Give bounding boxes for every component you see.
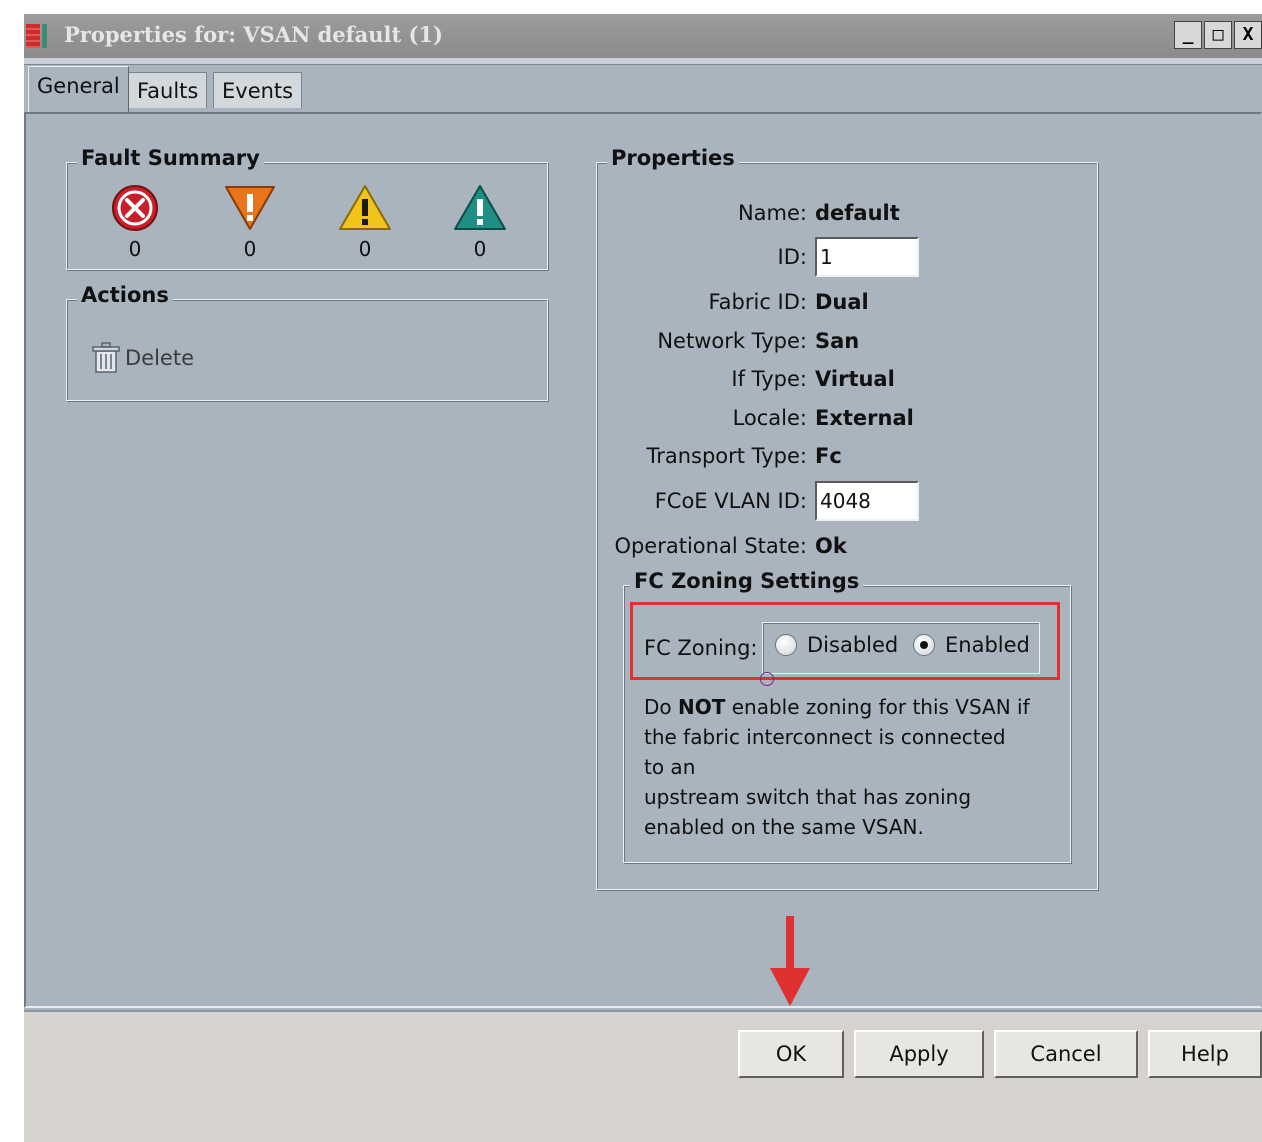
- maximize-button[interactable]: □: [1204, 21, 1232, 49]
- title-bar[interactable]: Properties for: VSAN default (1) _ □ X: [24, 14, 1262, 58]
- prop-id: ID:: [597, 237, 1097, 277]
- major-fault[interactable]: 0: [220, 183, 280, 261]
- prop-locale: Locale: External: [597, 402, 1097, 436]
- fabric-id-label: Fabric ID:: [708, 290, 807, 314]
- delete-label: Delete: [125, 346, 194, 370]
- delete-action[interactable]: Delete: [91, 342, 194, 374]
- window-controls: _ □ X: [1172, 21, 1262, 51]
- tab-strip: General Faults Events: [24, 66, 1262, 116]
- major-fault-icon: [225, 186, 275, 230]
- operational-state-value: Ok: [815, 534, 847, 558]
- ok-button[interactable]: OK: [738, 1030, 844, 1078]
- annotation-highlight-box: [630, 602, 1060, 680]
- note-not: NOT: [678, 695, 726, 719]
- fault-summary-group: Fault Summary 0 0 0 0: [66, 146, 548, 270]
- name-label: Name:: [737, 201, 807, 225]
- prop-transport-type: Transport Type: Fc: [597, 440, 1097, 474]
- major-fault-count: 0: [243, 237, 257, 261]
- window-title: Properties for: VSAN default (1): [64, 22, 443, 47]
- if-type-value: Virtual: [815, 367, 895, 391]
- tab-events[interactable]: Events: [213, 72, 303, 108]
- id-field[interactable]: [815, 237, 919, 277]
- note-do: Do: [644, 695, 678, 719]
- fabric-id-value: Dual: [815, 290, 869, 314]
- minimize-button[interactable]: _: [1174, 21, 1202, 49]
- title-separator: [24, 58, 1262, 65]
- apply-button[interactable]: Apply: [854, 1030, 984, 1078]
- fc-zoning-note: Do NOT enable zoning for this VSAN if th…: [644, 692, 1044, 842]
- prop-if-type: If Type: Virtual: [597, 363, 1097, 397]
- note-line-3: to an: [644, 755, 696, 779]
- critical-fault-count: 0: [128, 237, 142, 261]
- name-value: default: [815, 201, 900, 225]
- prop-fabric-id: Fabric ID: Dual: [597, 286, 1097, 320]
- transport-type-label: Transport Type:: [646, 444, 807, 468]
- dialog-footer: OK Apply Cancel Help: [24, 1010, 1262, 1142]
- prop-operational-state: Operational State: Ok: [597, 530, 1097, 564]
- critical-fault-icon: [112, 185, 158, 231]
- id-label: ID:: [777, 245, 807, 269]
- tab-faults[interactable]: Faults: [128, 72, 208, 108]
- warning-fault[interactable]: 0: [450, 183, 510, 261]
- minor-fault-icon: [339, 185, 391, 230]
- mouse-cursor-icon: [760, 672, 774, 686]
- actions-group: Actions Delete: [66, 283, 548, 401]
- note-rest: enable zoning for this VSAN if: [725, 695, 1030, 719]
- warning-fault-icon: [454, 185, 506, 230]
- help-button[interactable]: Help: [1148, 1030, 1262, 1078]
- properties-dialog: Properties for: VSAN default (1) _ □ X G…: [24, 14, 1262, 1142]
- if-type-label: If Type:: [731, 367, 807, 391]
- prop-name: Name: default: [597, 197, 1097, 231]
- fcoe-vlan-id-field[interactable]: [815, 481, 919, 521]
- locale-value: External: [815, 406, 914, 430]
- note-line-2: the fabric interconnect is connected: [644, 725, 1006, 749]
- locale-label: Locale:: [732, 406, 807, 430]
- properties-title: Properties: [607, 146, 739, 170]
- actions-title: Actions: [77, 283, 173, 307]
- general-tab-panel: Fault Summary 0 0 0 0 Actions Delete Pro…: [24, 112, 1262, 1008]
- fc-zoning-title: FC Zoning Settings: [630, 569, 864, 593]
- minor-fault[interactable]: 0: [335, 183, 395, 261]
- operational-state-label: Operational State:: [614, 534, 807, 558]
- minor-fault-count: 0: [358, 237, 372, 261]
- network-type-value: San: [815, 329, 860, 353]
- fault-summary-title: Fault Summary: [77, 146, 264, 170]
- annotation-arrow-icon: [770, 916, 810, 1006]
- network-type-label: Network Type:: [657, 329, 807, 353]
- trash-icon: [92, 342, 120, 373]
- prop-network-type: Network Type: San: [597, 325, 1097, 359]
- prop-fcoe-vlan-id: FCoE VLAN ID:: [597, 481, 1097, 521]
- close-button[interactable]: X: [1234, 21, 1262, 49]
- properties-group: Properties Name: default ID: Fabric ID: …: [596, 146, 1098, 890]
- transport-type-value: Fc: [815, 444, 842, 468]
- tab-general[interactable]: General: [28, 66, 129, 112]
- note-line-5: enabled on the same VSAN.: [644, 815, 924, 839]
- critical-fault[interactable]: 0: [105, 183, 165, 261]
- fcoe-vlan-id-label: FCoE VLAN ID:: [654, 489, 807, 513]
- cancel-button[interactable]: Cancel: [994, 1030, 1138, 1078]
- app-icon: [26, 24, 48, 48]
- warning-fault-count: 0: [473, 237, 487, 261]
- note-line-4: upstream switch that has zoning: [644, 785, 972, 809]
